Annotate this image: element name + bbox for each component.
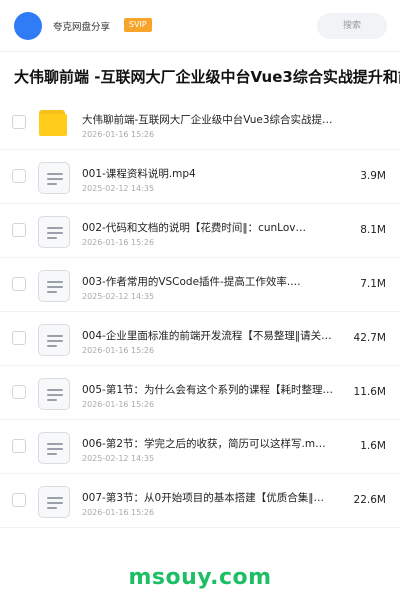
list-item[interactable]: 005-第1节：为什么会有这个系列的课程【耗时整理… 2026-01-16 15…	[0, 366, 400, 420]
select-checkbox[interactable]	[12, 331, 26, 345]
svip-badge: SVIP	[124, 18, 152, 32]
file-name: 003-作者常用的VSCode插件-提高工作效率.…	[82, 276, 301, 288]
file-date: 2026-01-16 15:26	[82, 238, 155, 247]
file-size: 8.1M	[360, 224, 386, 236]
file-name: 002-代码和文档的说明【花费时间‖：cunLov…	[82, 222, 306, 234]
file-icon	[38, 162, 70, 194]
file-size: 7.1M	[360, 278, 386, 290]
file-date: 2026-01-16 15:26	[82, 400, 155, 409]
select-checkbox[interactable]	[12, 277, 26, 291]
file-date: 2026-01-16 15:26	[82, 346, 155, 355]
file-date: 2025-02-12 14:35	[82, 292, 155, 301]
file-icon	[38, 378, 70, 410]
file-name: 004-企业里面标准的前端开发流程【不易整理‖请关…	[82, 330, 332, 342]
file-size: 22.6M	[353, 494, 386, 506]
file-list: 大伟聊前端-互联网大厂企业级中台Vue3综合实战提… 2026-01-16 15…	[0, 96, 400, 528]
select-checkbox[interactable]	[12, 385, 26, 399]
folder-icon	[38, 108, 70, 140]
file-name: 005-第1节：为什么会有这个系列的课程【耗时整理…	[82, 384, 334, 396]
list-item[interactable]: 007-第3节：从0开始项目的基本搭建【优质合集‖… 2026-01-16 15…	[0, 474, 400, 528]
file-icon	[38, 270, 70, 302]
select-checkbox[interactable]	[12, 223, 26, 237]
list-item[interactable]: 001-课程资料说明.mp4 2025-02-12 14:35 3.9M	[0, 150, 400, 204]
list-item[interactable]: 003-作者常用的VSCode插件-提高工作效率.… 2025-02-12 14…	[0, 258, 400, 312]
header-bar: 夸克网盘分享 SVIP 搜索	[0, 0, 400, 52]
file-date: 2026-01-16 15:26	[82, 508, 155, 517]
file-name: 大伟聊前端-互联网大厂企业级中台Vue3综合实战提…	[82, 114, 333, 126]
search-input[interactable]: 搜索	[317, 13, 387, 39]
watermark: msouy.com	[128, 565, 272, 590]
select-checkbox[interactable]	[12, 115, 26, 129]
file-name: 007-第3节：从0开始项目的基本搭建【优质合集‖…	[82, 492, 324, 504]
select-checkbox[interactable]	[12, 439, 26, 453]
file-name: 006-第2节：学完之后的收获，简历可以这样写.m…	[82, 438, 326, 450]
file-icon	[38, 216, 70, 248]
file-date: 2025-02-12 14:35	[82, 454, 155, 463]
page-title: 大伟聊前端 -互联网大厂企业级中台Vue3综合实战提升和前	[14, 68, 400, 86]
list-item[interactable]: 004-企业里面标准的前端开发流程【不易整理‖请关… 2026-01-16 15…	[0, 312, 400, 366]
file-date: 2026-01-16 15:26	[82, 130, 155, 139]
file-icon	[38, 432, 70, 464]
file-icon	[38, 486, 70, 518]
select-checkbox[interactable]	[12, 493, 26, 507]
file-size: 42.7M	[353, 332, 386, 344]
select-checkbox[interactable]	[12, 169, 26, 183]
avatar[interactable]	[14, 12, 42, 40]
file-size: 3.9M	[360, 170, 386, 182]
file-icon	[38, 324, 70, 356]
list-item[interactable]: 006-第2节：学完之后的收获，简历可以这样写.m… 2025-02-12 14…	[0, 420, 400, 474]
file-size: 1.6M	[360, 440, 386, 452]
list-item[interactable]: 002-代码和文档的说明【花费时间‖：cunLov… 2026-01-16 15…	[0, 204, 400, 258]
username: 夸克网盘分享	[53, 22, 111, 33]
file-date: 2025-02-12 14:35	[82, 184, 155, 193]
file-size: 11.6M	[353, 386, 386, 398]
file-name: 001-课程资料说明.mp4	[82, 168, 196, 180]
list-item[interactable]: 大伟聊前端-互联网大厂企业级中台Vue3综合实战提… 2026-01-16 15…	[0, 96, 400, 150]
